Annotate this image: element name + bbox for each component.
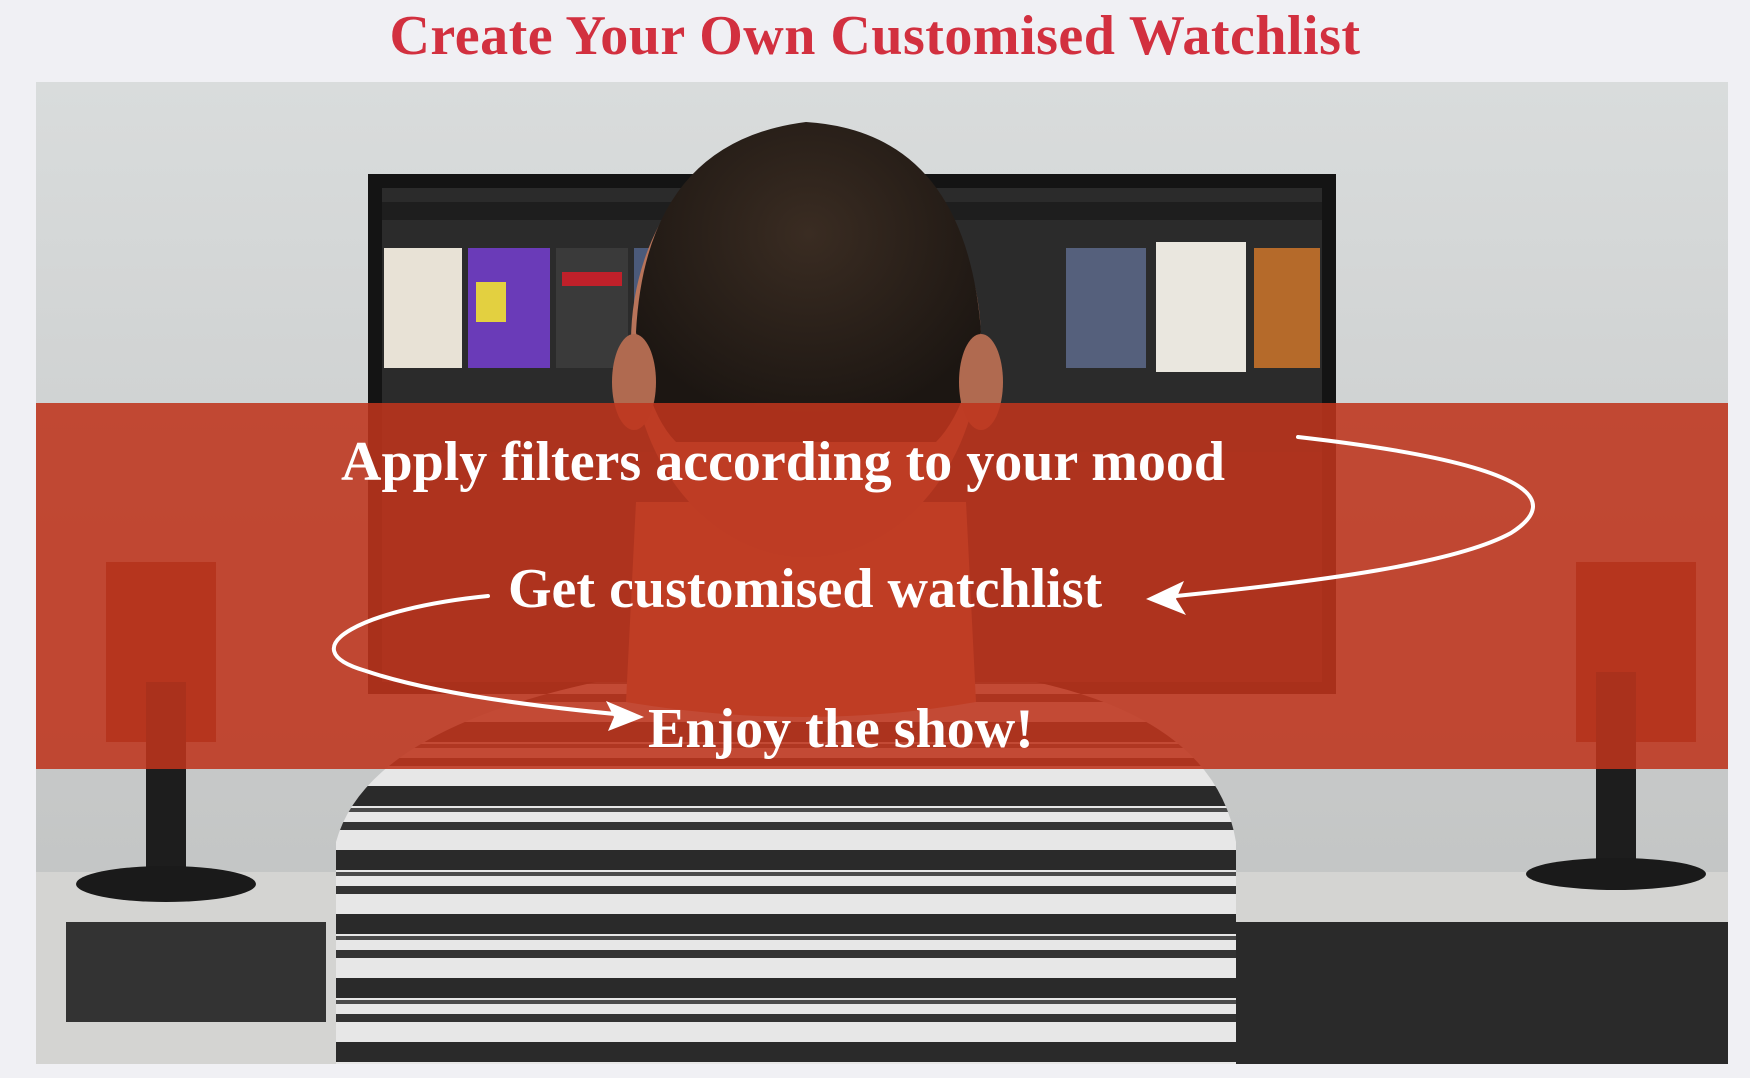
curved-arrow-icon (1146, 435, 1535, 615)
hero-image: Apply filters according to your mood Get… (36, 82, 1728, 1064)
curved-arrow-icon (331, 594, 644, 731)
page-title: Create Your Own Customised Watchlist (389, 5, 1361, 67)
steps-banner: Apply filters according to your mood Get… (36, 403, 1728, 769)
flow-arrows (331, 435, 1535, 731)
